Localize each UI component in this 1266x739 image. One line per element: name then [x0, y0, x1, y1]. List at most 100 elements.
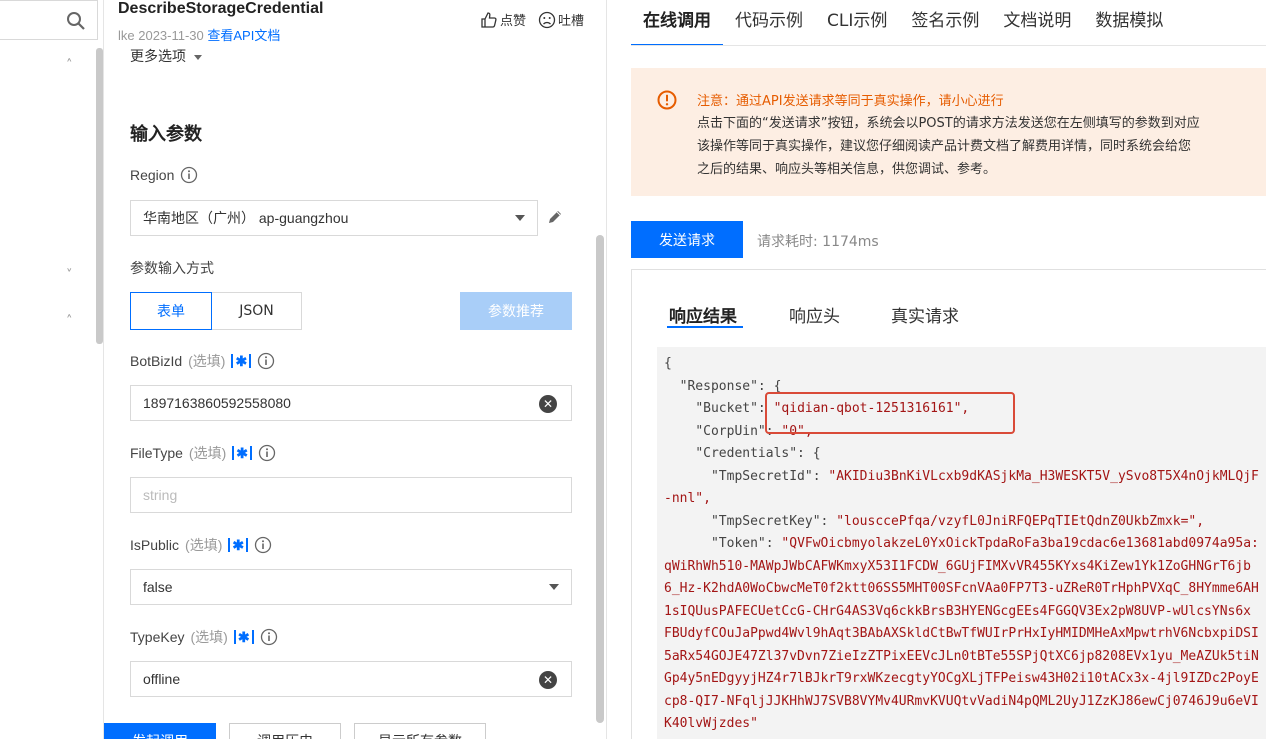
code-line: qWiRhWh510-MAWpJWbCAFWKmxyX53I1FCDW_6GUj…: [664, 556, 1266, 579]
chevron-up-icon[interactable]: ˄: [66, 314, 73, 329]
code-value: cp8-QI7-NFqljJJKHhWJ7SVB8VYMv4URmvKVUQtv…: [664, 693, 1259, 709]
chevron-up-icon[interactable]: ˄: [66, 58, 73, 73]
complain-label: 吐槽: [558, 13, 585, 28]
code-key: "Response": {: [679, 378, 782, 394]
filetype-placeholder: string: [143, 487, 178, 503]
ispublic-label: IsPublic (选填) ✱: [130, 535, 272, 555]
code-value: 5aRx54GOJE47Zl37vDvn7ZieIzZTPixEEVcJLn0t…: [664, 648, 1259, 664]
botbizid-value: 1897163860592558080: [143, 395, 291, 411]
code-line: K40lvWjzdes": [664, 713, 1266, 736]
optional-tag: (选填): [188, 353, 226, 369]
botbizid-label: BotBizId (选填) ✱: [130, 351, 275, 371]
complain-button[interactable]: 吐槽: [538, 10, 584, 29]
typekey-label-text: TypeKey: [130, 629, 185, 645]
code-key: "Credentials": {: [695, 446, 821, 461]
nav-scrollbar[interactable]: [96, 48, 103, 344]
code-line: "TmpSecretId": "AKIDiu3BnKiVLcxb9dKASjkM…: [664, 466, 1266, 489]
mode-json-tab[interactable]: JSON: [211, 292, 302, 330]
left-nav: ˄ ˅ ˄: [0, 0, 104, 739]
warning-banner: 注意：通过API发送请求等同于真实操作，请小心进行 点击下面的“发送请求”按钮，…: [631, 68, 1266, 196]
tab-docs[interactable]: 文档说明: [991, 0, 1083, 46]
variable-icon[interactable]: ✱: [233, 630, 254, 644]
code-line: "Credentials": {: [664, 443, 1266, 466]
chevron-down-icon[interactable]: ˅: [66, 268, 73, 283]
code-value: qWiRhWh510-MAWpJWbCAFWKmxyX53I1FCDW_6GUj…: [664, 558, 1251, 574]
code-line: 6_Hz-K2hdA0WoCbwcMeT0f2ktt06SS5MHT00SFcn…: [664, 578, 1266, 601]
warning-line: 点击下面的“发送请求”按钮，系统会以POST的请求方法发送您在左侧填写的参数到对…: [697, 116, 1200, 131]
code-value: "lousccePfqa/vzyfL0JniRFQEPqTIEtQdnZ0Ukb…: [836, 513, 1205, 529]
code-value: "QVFwOicbmyolakzeL0YxOickTpdaRoFa3ba19cd…: [781, 536, 1259, 551]
tab-response-headers[interactable]: 响应头: [789, 302, 840, 327]
filetype-input[interactable]: string: [130, 477, 572, 513]
code-value: Gp4y5nEDgyyjHZ4r7lBJkrT9rxWKzecgtyYOCgXL…: [664, 671, 1259, 686]
region-select[interactable]: 华南地区（广州） ap-guangzhou: [130, 200, 538, 236]
clear-icon[interactable]: ✕: [539, 395, 557, 413]
code-key: "Token":: [710, 536, 782, 551]
frown-face-icon: [538, 11, 556, 28]
like-button[interactable]: 点赞: [480, 10, 526, 29]
author-date: lke 2023-11-30: [118, 28, 204, 43]
optional-tag: (选填): [190, 629, 228, 645]
info-icon[interactable]: [260, 628, 278, 646]
thumbs-up-icon: [481, 11, 497, 28]
tab-data-mock[interactable]: 数据模拟: [1083, 0, 1175, 46]
region-label: Region: [130, 166, 198, 184]
clear-icon[interactable]: ✕: [539, 671, 557, 689]
info-icon[interactable]: [257, 352, 275, 370]
variable-icon[interactable]: ✱: [232, 446, 252, 460]
optional-tag: (选填): [185, 537, 223, 553]
show-all-params-button[interactable]: 显示所有参数: [354, 723, 486, 739]
mode-form-tab[interactable]: 表单: [130, 292, 212, 330]
send-request-button[interactable]: 发送请求: [631, 221, 743, 258]
recommend-params-button[interactable]: 参数推荐: [460, 292, 572, 330]
search-input[interactable]: [0, 0, 98, 40]
typekey-input[interactable]: offline ✕: [130, 661, 572, 697]
info-icon[interactable]: [180, 166, 198, 184]
input-mode-label: 参数输入方式: [130, 260, 214, 276]
highlight-box: [765, 392, 1015, 434]
botbizid-label-text: BotBizId: [130, 353, 183, 369]
search-icon[interactable]: [66, 11, 86, 31]
params-scrollbar[interactable]: [596, 235, 604, 723]
api-meta: lke 2023-11-30 查看API文档: [118, 25, 280, 44]
params-panel: DescribeStorageCredential lke 2023-11-30…: [104, 0, 606, 739]
ispublic-select[interactable]: false: [130, 569, 572, 605]
code-value: 1sIQUusPAFECUetCcG-CHrG4AS3Vq6ckkBrsB3HY…: [664, 603, 1251, 619]
call-history-button[interactable]: 调用历史: [229, 723, 341, 739]
info-icon[interactable]: [254, 536, 272, 554]
api-doc-link[interactable]: 查看API文档: [207, 28, 280, 43]
edit-icon[interactable]: [546, 208, 564, 226]
info-icon[interactable]: [258, 444, 276, 462]
ispublic-label-text: IsPublic: [130, 537, 180, 553]
top-tabs: 在线调用 代码示例 CLI示例 签名示例 文档说明 数据模拟: [631, 0, 1175, 46]
warning-line: 该操作等同于真实操作，建议您仔细阅读产品计费文档了解费用详情，同时系统会给您: [697, 139, 1192, 154]
tab-response-result[interactable]: 响应结果: [669, 302, 737, 327]
code-key: "TmpSecretKey":: [710, 513, 837, 529]
variable-icon[interactable]: ✱: [231, 354, 252, 368]
code-line: Gp4y5nEDgyyjHZ4r7lBJkrT9rxWKzecgtyYOCgXL…: [664, 668, 1266, 691]
code-value: -nnl",: [664, 491, 711, 506]
code-value: 6_Hz-K2hdA0WoCbwcMeT0f2ktt06SS5MHT00SFcn…: [664, 581, 1259, 596]
typekey-value: offline: [143, 671, 181, 687]
caret-down-icon: [194, 54, 203, 60]
variable-icon[interactable]: ✱: [228, 538, 249, 552]
tab-cli-example[interactable]: CLI示例: [815, 0, 899, 46]
code-line: "Token": "QVFwOicbmyolakzeL0YxOickTpdaRo…: [664, 533, 1266, 556]
region-label-text: Region: [130, 167, 175, 183]
tab-signature-example[interactable]: 签名示例: [899, 0, 991, 46]
invoke-button[interactable]: 发起调用: [104, 723, 216, 739]
tab-real-request[interactable]: 真实请求: [891, 302, 959, 327]
tab-code-example[interactable]: 代码示例: [723, 0, 815, 46]
more-options-toggle[interactable]: 更多选项: [130, 46, 203, 66]
code-key: "TmpSecretId":: [710, 468, 829, 484]
botbizid-input[interactable]: 1897163860592558080 ✕: [130, 385, 572, 421]
active-tab-indicator: [667, 326, 743, 328]
ispublic-value: false: [143, 579, 173, 595]
online-call-panel: 在线调用 代码示例 CLI示例 签名示例 文档说明 数据模拟 注意：通过API发…: [606, 0, 1266, 739]
tab-online-call[interactable]: 在线调用: [631, 0, 723, 46]
warning-line: 之后的结果、响应头等相关信息，供您调试、参考。: [697, 162, 997, 177]
region-value: 华南地区（广州） ap-guangzhou: [143, 210, 349, 226]
